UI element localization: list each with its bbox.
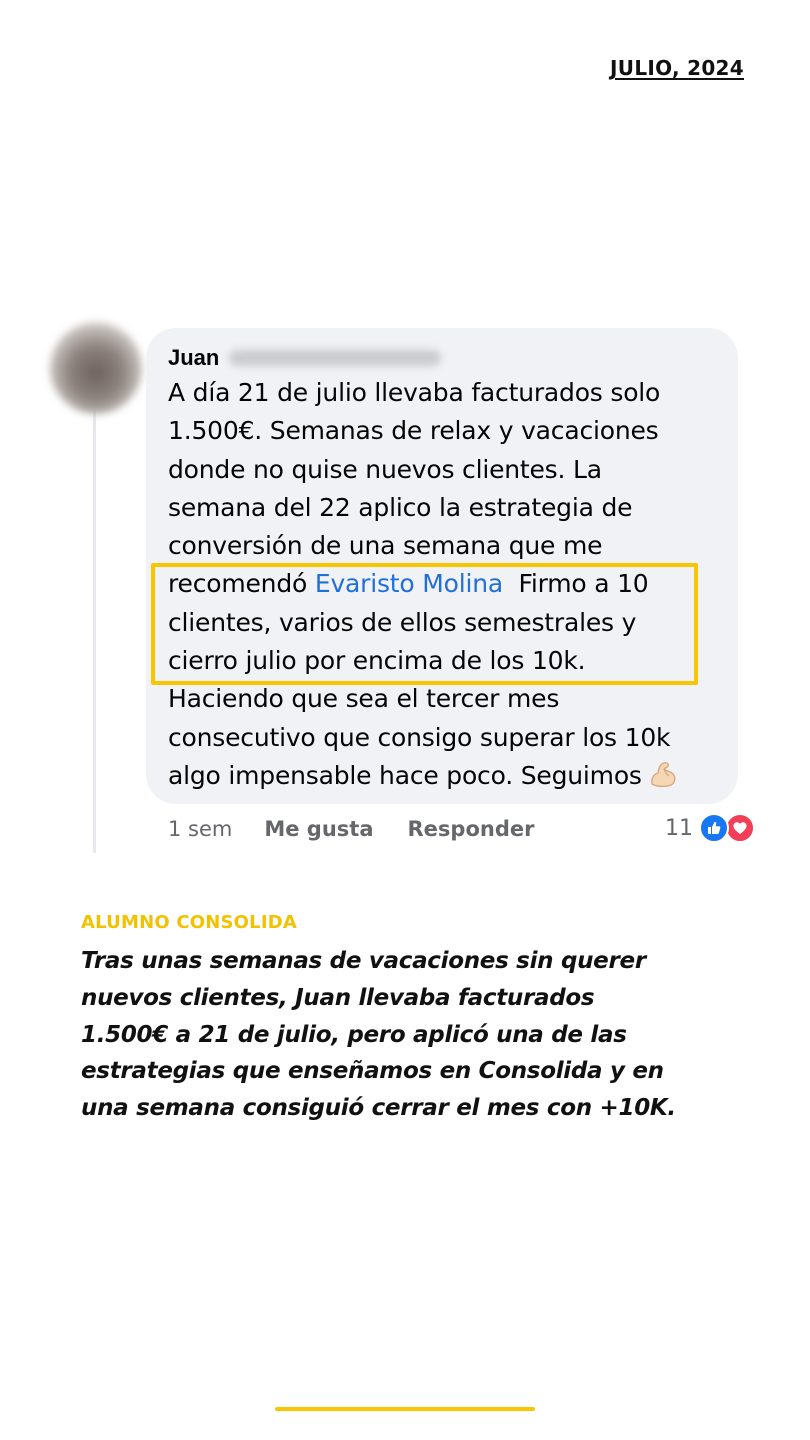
reaction-count: 11 xyxy=(665,815,693,841)
comment-author[interactable]: Juan xyxy=(168,343,442,373)
caption-text: Tras unas semanas de vacaciones sin quer… xyxy=(81,943,771,1127)
caption-line: una semana consiguió cerrar el mes con +… xyxy=(81,1095,676,1122)
author-surname-blurred xyxy=(229,350,442,366)
comment-line: semana del 22 aplico la estrategia de xyxy=(168,492,633,522)
comment-line: A día 21 de julio llevaba facturados sol… xyxy=(168,378,661,407)
section-label: ALUMNO CONSOLIDA xyxy=(81,912,298,933)
comment-line: donde no quise nuevos clientes. La xyxy=(168,454,602,484)
love-icon xyxy=(725,813,755,843)
comment-line: consecutivo que consigo superar los 10k xyxy=(168,722,671,752)
date-heading: JULIO, 2024 xyxy=(610,56,744,80)
comment-line: 1.500€. Semanas de relax y vacaciones xyxy=(168,416,659,446)
like-button[interactable]: Me gusta xyxy=(264,817,373,841)
comment-line: conversión de una semana que me xyxy=(168,531,603,561)
caption-line: 1.500€ a 21 de julio, pero aplicó una de… xyxy=(81,1021,627,1048)
reply-button[interactable]: Responder xyxy=(408,817,535,841)
like-icon xyxy=(699,813,729,843)
comment-line: Haciendo que sea el tercer mes xyxy=(168,684,560,714)
caption-line: estrategias que enseñamos en Consolida y… xyxy=(81,1058,664,1085)
comment-line-last: algo impensable hace poco. Seguimos xyxy=(168,757,728,795)
thread-line xyxy=(93,405,96,853)
divider-bar xyxy=(275,1407,535,1411)
reactions-summary[interactable]: 11 xyxy=(665,811,755,845)
comment-line: algo impensable hace poco. Seguimos xyxy=(168,760,642,790)
author-name[interactable]: Juan xyxy=(168,345,219,371)
flexed-biceps-icon xyxy=(648,757,678,795)
comment-timestamp[interactable]: 1 sem xyxy=(168,817,232,841)
highlight-box xyxy=(151,563,698,685)
caption-line: nuevos clientes, Juan llevaba facturados xyxy=(81,984,595,1011)
comment-actions: 1 sem Me gusta Responder xyxy=(168,812,534,846)
caption-line: Tras unas semanas de vacaciones sin quer… xyxy=(81,948,646,974)
avatar[interactable] xyxy=(50,322,142,414)
